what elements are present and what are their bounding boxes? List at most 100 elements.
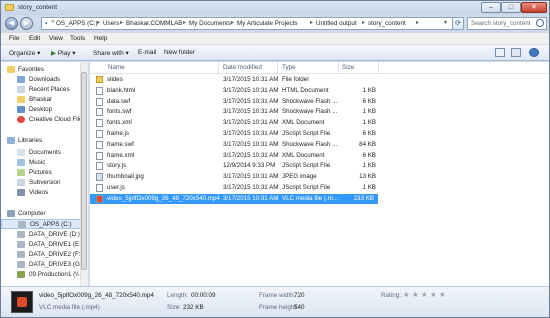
nav-label: DATA_DRIVE2 (F:): [29, 251, 83, 258]
nav-videos[interactable]: Videos: [1, 188, 87, 198]
pictures-icon: [17, 169, 25, 176]
menu-help[interactable]: Help: [94, 35, 107, 42]
file-date: 3/17/2015 10:31 AM: [223, 130, 279, 137]
file-name: frame.js: [107, 130, 130, 137]
file-size: 1 KB: [362, 184, 376, 191]
menu-edit[interactable]: Edit: [29, 35, 40, 42]
maximize-button[interactable]: □: [501, 2, 521, 13]
file-name: fonts.swf: [107, 108, 132, 116]
view-options-icon[interactable]: [495, 48, 505, 57]
file-row[interactable]: frame.xml 3/17/2015 10:31 AM XML Document 6…: [90, 151, 380, 161]
file-row[interactable]: user.js 3/17/2015 10:31 AM JScript Script …: [90, 183, 380, 193]
close-button[interactable]: ✕: [521, 2, 547, 13]
file-row[interactable]: data.swf 3/17/2015 10:31 AM Shockwave Flas…: [90, 97, 380, 107]
preview-pane-icon[interactable]: [511, 48, 521, 57]
email-button[interactable]: E-mail: [138, 49, 156, 56]
nav-data-drive-g[interactable]: DATA_DRIVE3 (G:): [1, 260, 87, 270]
new-folder-button[interactable]: New folder: [164, 49, 195, 56]
file-size: 6 KB: [362, 97, 376, 105]
size-value: 232 KB: [183, 304, 204, 311]
file-row[interactable]: fonts.swf 3/17/2015 10:31 AM Shockwave Fla…: [90, 107, 380, 117]
nav-os-apps[interactable]: OS_APPS (C:): [1, 219, 87, 229]
file-date: 3/17/2015 10:31 AM: [223, 119, 279, 127]
nav-bhaskar[interactable]: Bhaskar: [1, 95, 87, 105]
help-icon[interactable]: [529, 48, 539, 57]
search-placeholder: Search story_content: [471, 20, 531, 27]
nav-computer-label: Computer: [18, 210, 46, 217]
nav-data-drive-d[interactable]: DATA_DRIVE (D:): [1, 230, 87, 240]
star-icon[interactable]: ★: [412, 290, 419, 299]
file-size: 1 KB: [362, 119, 376, 127]
column-type[interactable]: Type: [282, 64, 296, 71]
play-icon: ▶: [51, 50, 56, 57]
file-date: 3/17/2015 10:31 AM: [223, 76, 279, 83]
folder-icon: ▪: [45, 20, 48, 27]
nav-scrollbar[interactable]: [80, 62, 88, 286]
nav-label: DATA_DRIVE1 (E:): [29, 241, 83, 248]
column-date[interactable]: Date modified: [223, 64, 262, 71]
nav-pictures[interactable]: Pictures: [1, 168, 87, 178]
file-row[interactable]: frame.js 3/17/2015 10:31 AM JScript Script…: [90, 129, 380, 139]
nav-creative-cloud[interactable]: Creative Cloud File: [1, 115, 87, 125]
nav-computer[interactable]: Computer: [1, 209, 87, 219]
nav-favorites[interactable]: Favorites: [1, 65, 87, 75]
breadcrumb-story-content[interactable]: story_content: [368, 20, 406, 27]
address-bar[interactable]: ▪ » OS_APPS (C:) ▸ Users ▸ Bhaskar.COMML…: [41, 17, 453, 30]
file-row[interactable]: fonts.xml 3/17/2015 10:31 AM XML Document 1…: [90, 118, 380, 128]
nav-music[interactable]: Music: [1, 158, 87, 168]
forward-button[interactable]: ▶: [20, 17, 33, 30]
breadcrumb-users[interactable]: Users: [103, 20, 119, 27]
minimize-button[interactable]: –: [481, 2, 501, 13]
breadcrumb-user[interactable]: Bhaskar.COMMLAB: [126, 20, 182, 27]
chevron-down-icon[interactable]: ▾: [444, 19, 447, 26]
star-icon[interactable]: ★: [430, 290, 437, 299]
breadcrumb-output[interactable]: Untitled output: [316, 20, 357, 27]
menu-file[interactable]: File: [9, 35, 19, 42]
file-type: JScript Script File: [282, 130, 331, 137]
star-icon[interactable]: ★: [439, 290, 446, 299]
nav-recent-places[interactable]: Recent Places: [1, 85, 87, 95]
menu-view[interactable]: View: [49, 35, 63, 42]
breadcrumb-documents[interactable]: My Documents: [189, 20, 231, 27]
nav-data-drive-f[interactable]: DATA_DRIVE2 (F:): [1, 250, 87, 260]
nav-scrollbar-thumb[interactable]: [81, 72, 87, 270]
play-button[interactable]: ▶ Play ▾: [51, 49, 76, 57]
js-file-icon: [96, 130, 103, 138]
nav-subversion[interactable]: Subversion: [1, 178, 87, 188]
command-bar: Organize ▾ ▶ Play ▾ Share with ▾ E-mail …: [1, 45, 549, 61]
drive-icon: [18, 221, 26, 228]
star-icon: [7, 66, 15, 73]
folder-file-icon: [96, 76, 103, 83]
share-with-button[interactable]: Share with ▾: [93, 49, 129, 57]
file-name: video_5jplfOx009g_26_48_720x540.mp4: [107, 194, 220, 202]
back-button[interactable]: ◀: [5, 17, 18, 30]
nav-documents[interactable]: Documents: [1, 148, 87, 158]
menu-tools[interactable]: Tools: [70, 35, 85, 42]
file-row[interactable]: thumbnail.jpg 3/17/2015 10:31 AM JPEG imag…: [90, 172, 380, 182]
download-icon: [17, 76, 25, 83]
breadcrumb-drive[interactable]: OS_APPS (C:): [56, 20, 98, 27]
nav-libraries[interactable]: Libraries: [1, 136, 87, 146]
column-name[interactable]: Name: [108, 64, 125, 71]
column-header: Name Date modified Type Size: [90, 62, 549, 74]
refresh-button[interactable]: ⟳: [453, 17, 464, 30]
frame-width-label: Frame width:: [259, 292, 296, 299]
nav-data-drive-e[interactable]: DATA_DRIVE1 (E:): [1, 240, 87, 250]
file-row[interactable]: blank.html 3/17/2015 10:31 AM HTML Documen…: [90, 86, 380, 96]
breadcrumb-articulate[interactable]: My Articulate Projects: [237, 20, 298, 27]
nav-label: DATA_DRIVE3 (G:): [29, 261, 84, 268]
search-input[interactable]: Search story_content: [467, 17, 547, 30]
file-size: 13 KB: [359, 173, 376, 181]
desktop-icon: [17, 106, 25, 113]
organize-button[interactable]: Organize ▾: [9, 49, 40, 57]
file-row[interactable]: slides 3/17/2015 10:31 AM File folder: [90, 75, 380, 85]
file-row[interactable]: video_5jplfOx009g_26_48_720x540.mp4 3/17/…: [90, 193, 378, 204]
nav-downloads[interactable]: Downloads: [1, 75, 87, 85]
file-row[interactable]: story.js 12/9/2014 9:33 PM JScript Script …: [90, 161, 380, 171]
nav-desktop[interactable]: Desktop: [1, 105, 87, 115]
star-icon[interactable]: ★: [421, 290, 428, 299]
star-icon[interactable]: ★: [403, 290, 410, 299]
nav-network-drive[interactable]: 09.Production1 (\\: [1, 270, 87, 280]
file-row[interactable]: frame.swf 3/17/2015 10:31 AM Shockwave Fla…: [90, 140, 380, 150]
column-size[interactable]: Size: [342, 64, 354, 71]
